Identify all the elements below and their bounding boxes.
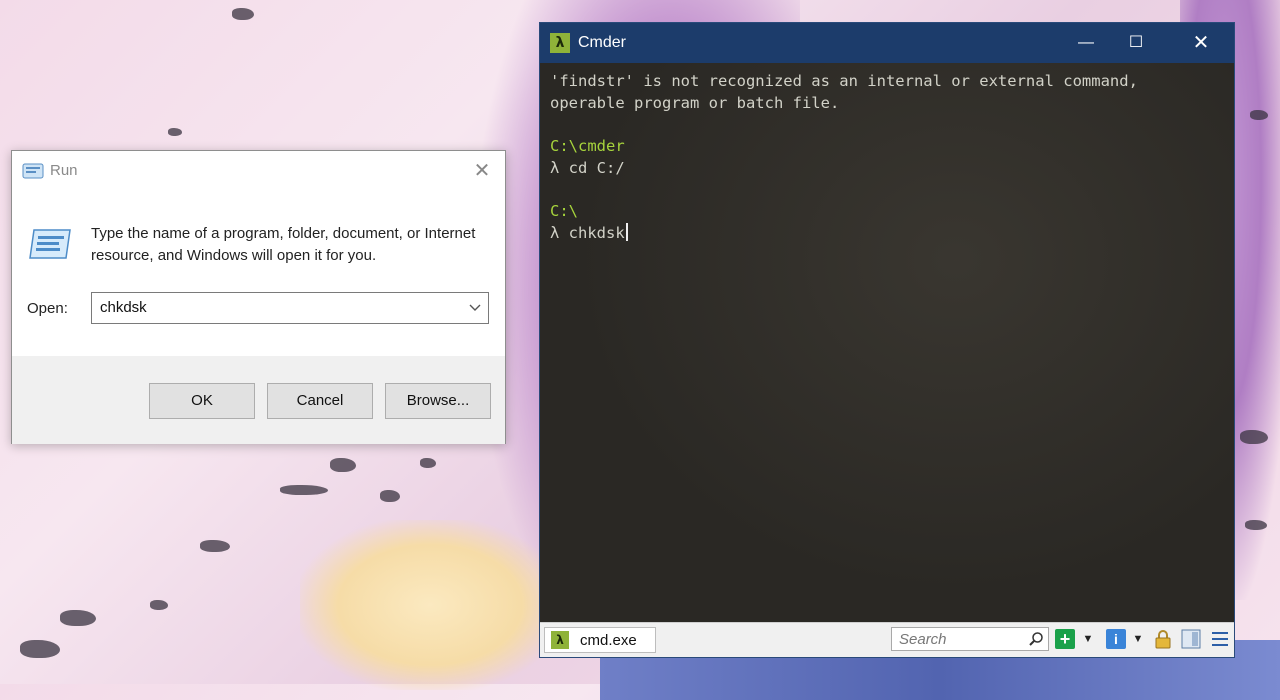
text-cursor bbox=[625, 222, 628, 241]
run-description: Type the name of a program, folder, docu… bbox=[91, 225, 476, 264]
wallpaper-petal bbox=[20, 640, 60, 658]
close-icon[interactable]: ✕ bbox=[1178, 23, 1224, 63]
info-icon[interactable]: i bbox=[1106, 629, 1126, 649]
prompt-command-line: λ chkdsk bbox=[550, 222, 1224, 245]
open-combobox[interactable]: chkdsk bbox=[91, 292, 489, 324]
panel-icon[interactable] bbox=[1181, 629, 1201, 649]
console-blank bbox=[550, 114, 1224, 136]
menu-icon[interactable] bbox=[1210, 629, 1230, 649]
tab-cmd-exe[interactable]: λ cmd.exe bbox=[544, 627, 656, 653]
prompt-path: C:\ bbox=[550, 202, 578, 221]
console-line: operable program or batch file. bbox=[550, 93, 840, 112]
wallpaper-petal bbox=[150, 600, 168, 610]
cmder-titlebar[interactable]: λ Cmder — ☐ ✕ bbox=[540, 23, 1234, 63]
prompt-path: C:\cmder bbox=[550, 137, 625, 156]
cmder-logo-icon: λ bbox=[550, 33, 570, 53]
dropdown-icon[interactable]: ▼ bbox=[1082, 629, 1094, 649]
search-input[interactable]: Search bbox=[891, 627, 1049, 651]
prompt-command: λ cd C:/ bbox=[550, 158, 625, 177]
run-icon bbox=[22, 163, 44, 179]
wallpaper-hand bbox=[300, 520, 560, 690]
console-output[interactable]: 'findstr' is not recognized as an intern… bbox=[540, 63, 1234, 625]
close-icon[interactable]: ✕ bbox=[469, 159, 495, 183]
lock-icon[interactable] bbox=[1153, 629, 1173, 649]
ok-button[interactable]: OK bbox=[149, 383, 255, 419]
chevron-down-icon[interactable] bbox=[468, 300, 482, 314]
wallpaper-petal bbox=[200, 540, 230, 552]
run-titlebar[interactable]: Run ✕ bbox=[12, 151, 505, 191]
minimize-icon[interactable]: — bbox=[1063, 23, 1109, 63]
wallpaper-petal bbox=[1250, 110, 1268, 120]
cmder-title: Cmder bbox=[578, 34, 627, 51]
search-placeholder: Search bbox=[899, 631, 947, 648]
browse-button[interactable]: Browse... bbox=[385, 383, 491, 419]
cmder-statusbar: λ cmd.exe Search + ▼ i ▼ bbox=[540, 622, 1234, 657]
wallpaper-petal bbox=[380, 490, 400, 502]
cancel-button[interactable]: Cancel bbox=[267, 383, 373, 419]
run-dialog: Run ✕ Type the name of a program, folder… bbox=[11, 150, 506, 444]
prompt-command: λ chkdsk bbox=[550, 223, 625, 242]
maximize-icon[interactable]: ☐ bbox=[1113, 23, 1159, 63]
cmder-tab-icon: λ bbox=[551, 631, 569, 649]
wallpaper-petal bbox=[1240, 430, 1268, 444]
search-icon[interactable] bbox=[1028, 631, 1044, 647]
tab-label: cmd.exe bbox=[580, 632, 637, 649]
run-icon bbox=[29, 229, 71, 259]
open-label: Open: bbox=[27, 300, 68, 317]
add-console-icon[interactable]: + bbox=[1055, 629, 1075, 649]
wallpaper-petal bbox=[330, 458, 356, 472]
console-line: 'findstr' is not recognized as an intern… bbox=[550, 72, 1138, 90]
wallpaper-petal bbox=[420, 458, 436, 468]
wallpaper-petal bbox=[232, 8, 254, 20]
wallpaper-petal bbox=[60, 610, 96, 626]
dropdown-icon[interactable]: ▼ bbox=[1132, 629, 1144, 649]
wallpaper-petal bbox=[1245, 520, 1267, 530]
wallpaper-petal bbox=[168, 128, 182, 136]
open-input[interactable]: chkdsk bbox=[100, 299, 147, 316]
cmder-window: λ Cmder — ☐ ✕ 'findstr' is not recognize… bbox=[539, 22, 1235, 658]
run-title: Run bbox=[50, 162, 78, 179]
wallpaper-petal bbox=[280, 485, 328, 495]
console-blank bbox=[550, 179, 1224, 201]
